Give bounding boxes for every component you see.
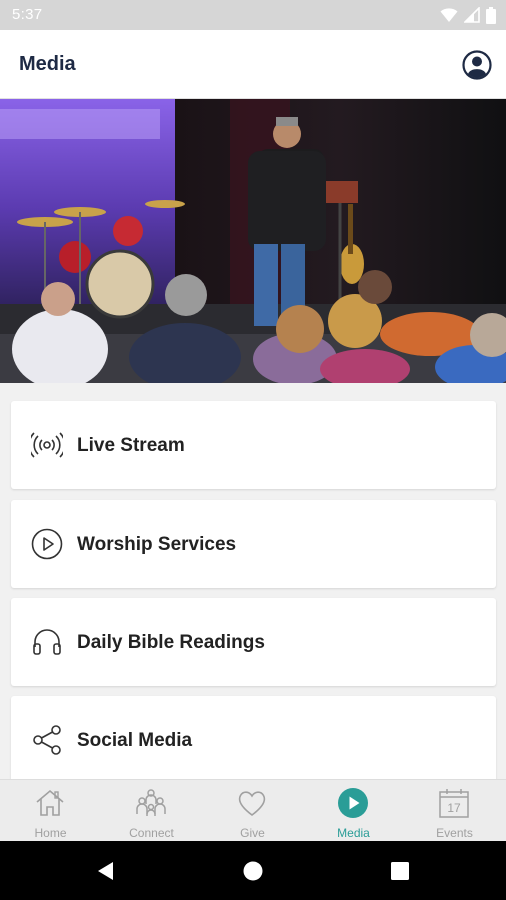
menu-item-label: Live Stream	[77, 435, 185, 456]
people-icon	[136, 789, 166, 816]
status-icons	[440, 6, 496, 24]
tab-connect[interactable]: Connect	[101, 780, 202, 842]
menu-item-social-media[interactable]: Social Media	[11, 696, 496, 784]
home-button-icon[interactable]	[242, 860, 264, 882]
tab-label: Events	[436, 826, 473, 840]
menu-item-daily-bible-readings[interactable]: Daily Bible Readings	[11, 598, 496, 686]
menu-item-label: Social Media	[77, 730, 193, 751]
tab-media[interactable]: Media	[303, 780, 404, 842]
heart-icon	[238, 791, 266, 817]
tab-events[interactable]: 17 Events	[404, 780, 505, 842]
page-title: Media	[19, 53, 76, 75]
calendar-day: 17	[447, 801, 461, 815]
bottom-tab-bar: Home Connect Give Media 17 Events	[0, 779, 506, 841]
tab-label: Give	[240, 826, 265, 840]
status-bar: 5:37	[0, 0, 506, 30]
tab-label: Media	[337, 826, 370, 840]
menu-item-label: Worship Services	[77, 534, 237, 555]
wifi-icon	[440, 8, 458, 22]
menu-item-worship-services[interactable]: Worship Services	[11, 500, 496, 588]
battery-icon	[486, 6, 496, 24]
recents-icon[interactable]	[389, 860, 411, 882]
calendar-icon: 17	[439, 789, 469, 818]
app-header: Media	[0, 30, 506, 99]
play-circle-icon	[31, 528, 63, 560]
back-icon[interactable]	[95, 860, 117, 882]
play-icon	[338, 788, 368, 818]
cell-signal-icon	[464, 7, 480, 23]
headphones-icon	[33, 629, 61, 655]
menu-item-label: Daily Bible Readings	[77, 632, 265, 653]
tab-label: Home	[34, 826, 67, 840]
hero-image	[0, 99, 506, 383]
status-time: 5:37	[12, 6, 43, 23]
profile-icon[interactable]	[462, 50, 492, 80]
menu-item-live-stream[interactable]: Live Stream	[11, 401, 496, 489]
tab-give[interactable]: Give	[202, 780, 303, 842]
tab-home[interactable]: Home	[0, 780, 101, 842]
broadcast-icon	[31, 432, 63, 458]
system-nav-bar	[0, 841, 506, 900]
home-icon	[36, 789, 64, 816]
share-icon	[33, 725, 61, 755]
tab-label: Connect	[129, 826, 174, 840]
